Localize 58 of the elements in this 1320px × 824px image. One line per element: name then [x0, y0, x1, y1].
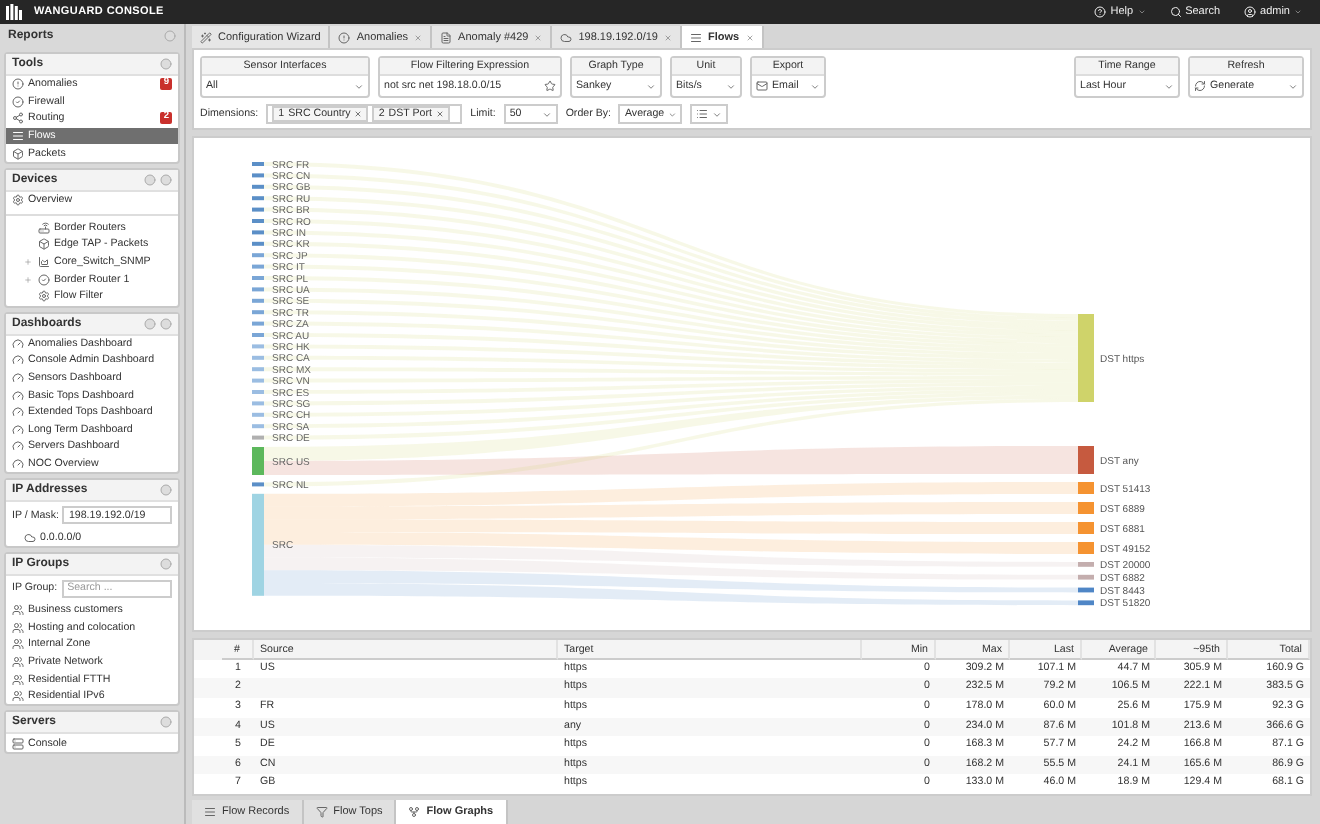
caret-icon: [810, 81, 820, 91]
gauge-icon: [12, 440, 24, 453]
graph-icon: [408, 806, 421, 818]
alert-icon: [12, 78, 24, 91]
group-icon: [12, 690, 24, 703]
mail-icon: [756, 80, 768, 92]
group-icon: [12, 673, 24, 686]
list-icon: [696, 108, 709, 120]
gauge-icon: [12, 406, 24, 419]
search-icon: [1169, 6, 1182, 18]
chart-icon: [38, 256, 50, 269]
collapse-icon[interactable]: [160, 58, 172, 70]
star-icon[interactable]: [544, 80, 556, 92]
document-icon: [440, 31, 453, 43]
caret-icon: [1288, 81, 1298, 91]
funnel-icon: [315, 806, 328, 818]
caret-icon: [646, 81, 656, 91]
refresh-icon: [1194, 80, 1206, 92]
gauge-icon: [12, 389, 24, 402]
list-icon: [689, 31, 702, 43]
caret-icon: [668, 109, 677, 119]
gauge-icon: [12, 354, 24, 367]
list-icon: [204, 806, 216, 818]
gauge-icon: [12, 372, 24, 385]
help-icon: [1094, 6, 1107, 18]
share-icon: [12, 112, 24, 125]
alert-icon: [338, 31, 351, 43]
box-icon: [12, 147, 24, 160]
gauge-icon: [12, 423, 24, 436]
box-icon: [38, 238, 50, 251]
group-icon: [12, 655, 24, 668]
caret-icon: [726, 81, 736, 91]
server-icon: [12, 737, 24, 750]
collapse-icon[interactable]: [160, 484, 172, 497]
caret-icon: [712, 109, 723, 119]
router-icon: [38, 221, 50, 234]
group-icon: [12, 638, 24, 651]
cloud-icon: [24, 531, 36, 544]
caret-icon: [354, 81, 364, 91]
collapse-icon[interactable]: [160, 317, 172, 330]
group-icon: [12, 621, 24, 634]
wand-icon: [200, 31, 212, 43]
collapse-icon[interactable]: [164, 30, 176, 42]
group-icon: [12, 604, 24, 617]
collapse-icon[interactable]: [160, 557, 172, 570]
check-circle-icon: [38, 273, 50, 286]
check-circle-icon: [12, 95, 24, 108]
cloud-icon: [560, 31, 573, 43]
list-icon: [12, 130, 24, 143]
caret-icon: [1164, 81, 1174, 91]
view-dropdown[interactable]: [690, 104, 729, 124]
user-icon: [1244, 6, 1257, 18]
gauge-icon: [12, 337, 24, 350]
gauge-icon: [12, 457, 24, 470]
collapse-icon[interactable]: [160, 173, 172, 186]
logo-icon: [6, 4, 22, 20]
collapse-icon[interactable]: [160, 716, 172, 729]
caret-icon: [541, 109, 552, 119]
